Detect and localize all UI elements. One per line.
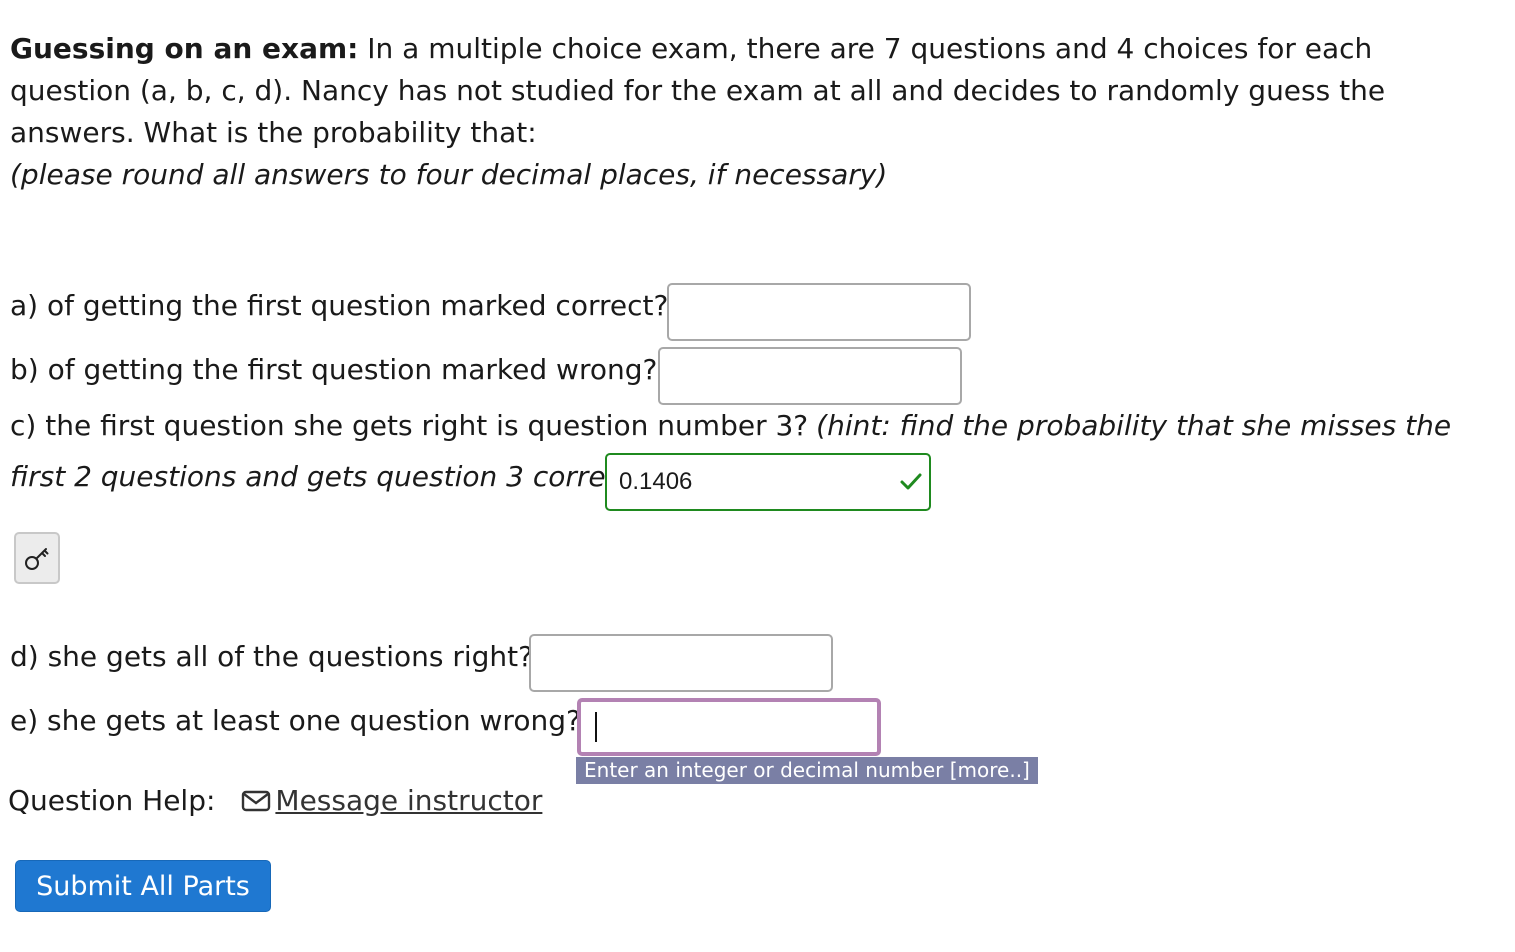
input-format-tooltip: Enter an integer or decimal number [more…: [576, 757, 1038, 784]
message-instructor-text: Message instructor: [275, 784, 543, 817]
part-c-hint-line2: first 2 questions and gets question 3 co…: [10, 460, 643, 493]
part-a-input[interactable]: [667, 283, 971, 341]
part-c-input[interactable]: 0.1406: [605, 453, 931, 511]
part-c-value: 0.1406: [619, 468, 693, 495]
envelope-icon: [242, 790, 271, 811]
part-e-label: e) she gets at least one question wrong?: [10, 704, 581, 737]
part-e-row: e) she gets at least one question wrong?: [10, 704, 581, 737]
part-c-hint-line1: (hint: find the probability that she mis…: [816, 409, 1452, 442]
part-a-label: a) of getting the first question marked …: [10, 289, 669, 322]
key-icon: [25, 548, 49, 570]
part-c-row: c) the first question she gets right is …: [10, 409, 1451, 442]
part-b-row: b) of getting the first question marked …: [10, 353, 657, 386]
text-caret: [595, 712, 597, 742]
part-d-input[interactable]: [529, 634, 833, 692]
message-instructor-link[interactable]: Message instructor: [241, 784, 542, 817]
part-c-label: c) the first question she gets right is …: [10, 409, 809, 442]
part-b-input[interactable]: [658, 347, 962, 405]
part-b-label: b) of getting the first question marked …: [10, 353, 658, 386]
part-d-label: d) she gets all of the questions right?: [10, 640, 533, 673]
part-a-row: a) of getting the first question marked …: [10, 289, 668, 322]
question-help: Question Help: Message instructor: [8, 784, 542, 817]
question-help-label: Question Help:: [8, 784, 216, 817]
problem-title: Guessing on an exam:: [10, 32, 359, 65]
problem-statement: Guessing on an exam: In a multiple choic…: [10, 28, 1470, 196]
part-d-row: d) she gets all of the questions right?: [10, 640, 533, 673]
part-c-row-2: first 2 questions and gets question 3 co…: [10, 460, 643, 493]
checkmark-icon: [900, 473, 922, 490]
show-answer-key-button[interactable]: [14, 532, 60, 584]
submit-all-parts-button[interactable]: Submit All Parts: [15, 860, 271, 912]
rounding-note: (please round all answers to four decima…: [10, 158, 888, 191]
part-e-input[interactable]: [577, 698, 881, 756]
